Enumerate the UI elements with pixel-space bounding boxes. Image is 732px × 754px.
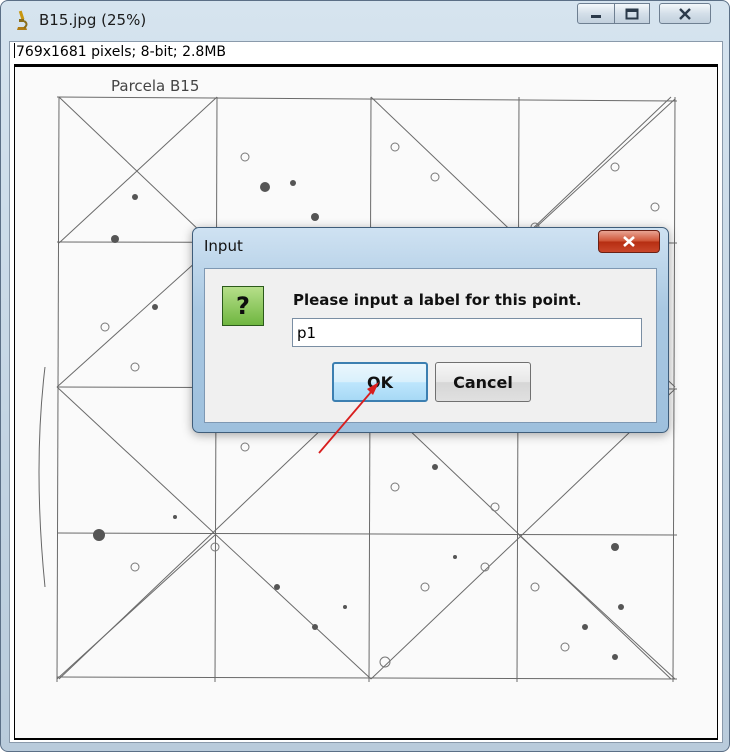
input-dialog: Input ? Please input a label for this po… <box>192 227 669 433</box>
close-button[interactable] <box>659 3 711 24</box>
maximize-icon <box>625 8 639 19</box>
cancel-button[interactable]: Cancel <box>435 362 531 402</box>
dialog-prompt: Please input a label for this point. <box>293 291 582 309</box>
question-icon: ? <box>222 286 264 326</box>
close-icon <box>679 7 691 20</box>
window-title: B15.jpg (25%) <box>39 11 147 29</box>
minimize-icon <box>591 14 601 18</box>
microscope-icon <box>17 10 28 30</box>
image-info-bar: 769x1681 pixels; 8-bit; 2.8MB <box>10 42 722 62</box>
image-info-text: 769x1681 pixels; 8-bit; 2.8MB <box>16 44 227 60</box>
image-window: B15.jpg (25%) 769x1681 pixels; 8-bit; 2.… <box>0 0 730 752</box>
ok-button[interactable]: OK <box>332 362 428 402</box>
title-bar[interactable]: B15.jpg (25%) <box>1 1 729 41</box>
label-input[interactable] <box>292 318 642 347</box>
dialog-body: ? Please input a label for this point. O… <box>204 268 657 423</box>
close-icon <box>623 236 635 247</box>
maximize-button[interactable] <box>614 3 650 24</box>
dialog-close-button[interactable] <box>598 230 660 253</box>
minimize-button[interactable] <box>577 3 615 24</box>
dialog-title: Input <box>204 237 243 255</box>
image-heading: Parcela B15 <box>111 77 200 95</box>
